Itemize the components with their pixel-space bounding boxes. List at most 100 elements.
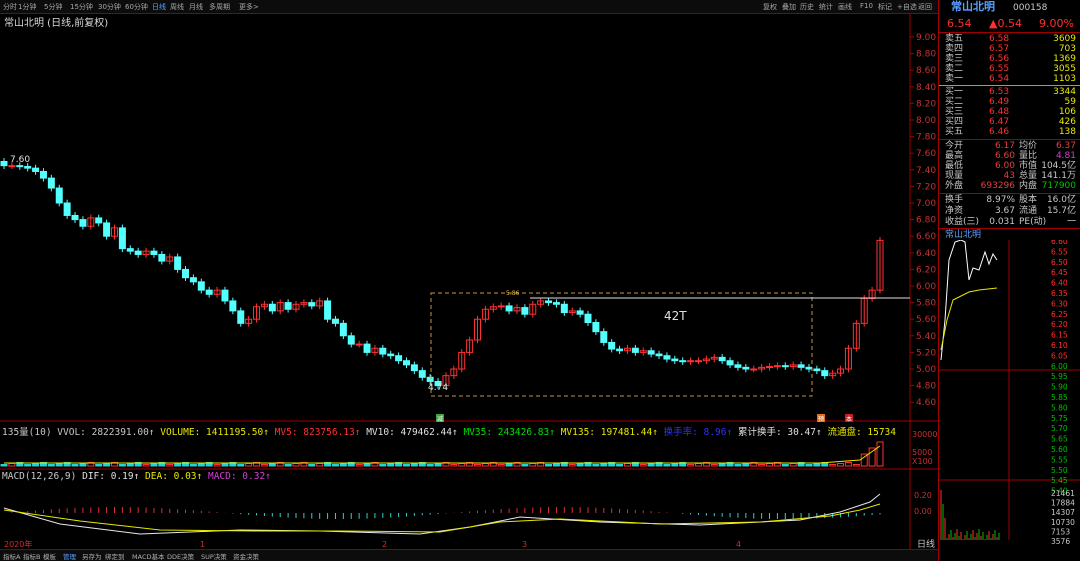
- candle-body: [766, 366, 774, 369]
- mini-tab[interactable]: 日线: [917, 540, 935, 550]
- stock-code: 000158: [1013, 3, 1048, 13]
- period-tab[interactable]: 月线: [189, 2, 203, 12]
- tool-button[interactable]: F10: [860, 2, 873, 10]
- period-tab[interactable]: 日线: [152, 2, 166, 12]
- volume-bar: [474, 464, 482, 467]
- price-tick: 5.60: [916, 315, 936, 325]
- volume-bar: [331, 464, 339, 467]
- period-tab[interactable]: 分时: [3, 2, 17, 12]
- volume-indicator-line: 135量(10) VVOL: 2822391.00↑ VOLUME: 14111…: [2, 427, 896, 438]
- quote-panel: 常山北明 000158 6.54 ▲0.54 9.00% 卖五 6.58 3609 卖…: [917, 0, 1080, 561]
- candle-body: [189, 277, 197, 283]
- volume-bar: [245, 463, 253, 467]
- mini-price-tick: 6.25: [1051, 310, 1068, 319]
- period-tab[interactable]: 15分钟: [70, 2, 93, 12]
- candle-body: [39, 170, 47, 179]
- period-tab[interactable]: 多周期: [209, 2, 230, 12]
- candle-body: [576, 310, 584, 315]
- kline-chart[interactable]: 9.00 8.80 8.60 8.40 8.20 8.00 7.80 7.60 7.40 7.20…: [0, 14, 938, 549]
- price-tick: 8.80: [916, 50, 936, 60]
- volume-bar: [197, 463, 205, 467]
- candle-body: [781, 365, 789, 368]
- tool-button[interactable]: +自选: [897, 2, 917, 12]
- volume-bar: [545, 464, 553, 467]
- candle-body: [55, 187, 63, 204]
- period-tab[interactable]: 1分钟: [18, 2, 36, 12]
- candle-body: [387, 353, 395, 357]
- vol-ma: [4, 445, 881, 464]
- candle-body: [268, 303, 276, 312]
- indicator-tab[interactable]: 管理: [63, 551, 76, 561]
- candle-body: [363, 343, 371, 353]
- macd-tick: 0.00: [914, 507, 932, 516]
- candle-body: [616, 348, 624, 352]
- volume-bar: [355, 464, 363, 467]
- indicator-tab[interactable]: 指标A: [3, 551, 20, 561]
- period-tab[interactable]: 60分钟: [125, 2, 148, 12]
- marker-1-text: 减: [437, 415, 443, 423]
- candle-body: [773, 365, 781, 368]
- candle-body: [647, 350, 655, 355]
- indicator-tab[interactable]: DDE决策: [167, 551, 194, 561]
- volume-bar: [316, 463, 324, 467]
- indicator-tab[interactable]: SUP决策: [201, 551, 227, 561]
- mini-price-line: [940, 240, 998, 361]
- indicator-tab[interactable]: 另存为: [82, 551, 102, 561]
- tool-button[interactable]: 统计: [819, 2, 833, 12]
- period-tab[interactable]: 30分钟: [98, 2, 121, 12]
- volume-bar: [529, 463, 537, 467]
- price-tick: 8.60: [916, 66, 936, 76]
- volume-bar: [687, 464, 695, 467]
- indicator-tab[interactable]: MACD基本: [132, 551, 164, 561]
- volume-bar: [616, 464, 624, 467]
- candle-body: [505, 305, 513, 312]
- indicator-tab[interactable]: 指标B: [23, 551, 40, 561]
- tool-button[interactable]: 标记: [878, 2, 892, 12]
- candle-body: [331, 318, 339, 324]
- price-tick: 8.00: [916, 116, 936, 126]
- price-tick: 8.20: [916, 99, 936, 109]
- indicator-tab[interactable]: 资金决策: [233, 551, 259, 561]
- candle-body: [813, 368, 821, 372]
- period-tab[interactable]: 5分钟: [44, 2, 62, 12]
- price-tick: 7.00: [916, 199, 936, 209]
- price-tick: 7.40: [916, 166, 936, 176]
- candle-body: [592, 322, 600, 333]
- candle-body: [395, 355, 403, 362]
- candle-body: [205, 289, 213, 295]
- order-level: 买五 6.46 138: [945, 127, 1076, 137]
- tool-button[interactable]: 复权: [763, 2, 777, 12]
- candle-body: [821, 370, 829, 377]
- volume-bar: [639, 464, 647, 467]
- tool-button[interactable]: 返回: [918, 2, 932, 12]
- tool-button[interactable]: 叠加: [782, 2, 796, 12]
- volume-bar: [260, 464, 268, 467]
- mini-vol-tick: 14307: [1051, 508, 1075, 517]
- volume-bar: [742, 463, 750, 467]
- period-tab[interactable]: 更多>: [239, 2, 259, 12]
- volume-bar: [829, 464, 837, 467]
- candle-body: [805, 366, 813, 370]
- order-level: 买二 6.49 59: [945, 97, 1076, 107]
- last-price: 6.54: [947, 17, 972, 30]
- indicator-tab[interactable]: 模板: [43, 551, 56, 561]
- volume-bar: [402, 464, 410, 467]
- low-label: 4.74: [428, 383, 448, 393]
- candle-body: [679, 360, 687, 363]
- mini-price-tick: 6.00: [1051, 362, 1068, 371]
- candle-body: [126, 248, 134, 252]
- period-tab[interactable]: 周线: [170, 2, 184, 12]
- mini-avg-line: [940, 287, 998, 351]
- tool-button[interactable]: 画线: [838, 2, 852, 12]
- volume-bar: [32, 463, 40, 467]
- indicator-tab[interactable]: 绑定到: [105, 551, 125, 561]
- tool-button[interactable]: 历史: [800, 2, 814, 12]
- candle-body: [95, 217, 103, 224]
- period-toolbar: 分时 1分钟 5分钟 15分钟 30分钟 60分钟 日线 周线 月线 多周期 更多> 复权 叠加 历史统…: [0, 0, 938, 14]
- mini-price-tick: 6.10: [1051, 341, 1068, 350]
- volume-bar: [576, 463, 584, 467]
- candle-body: [497, 305, 505, 308]
- volume-bar: [789, 463, 797, 467]
- volume-bar: [458, 463, 466, 467]
- mini-price-tick: 6.60: [1051, 240, 1068, 246]
